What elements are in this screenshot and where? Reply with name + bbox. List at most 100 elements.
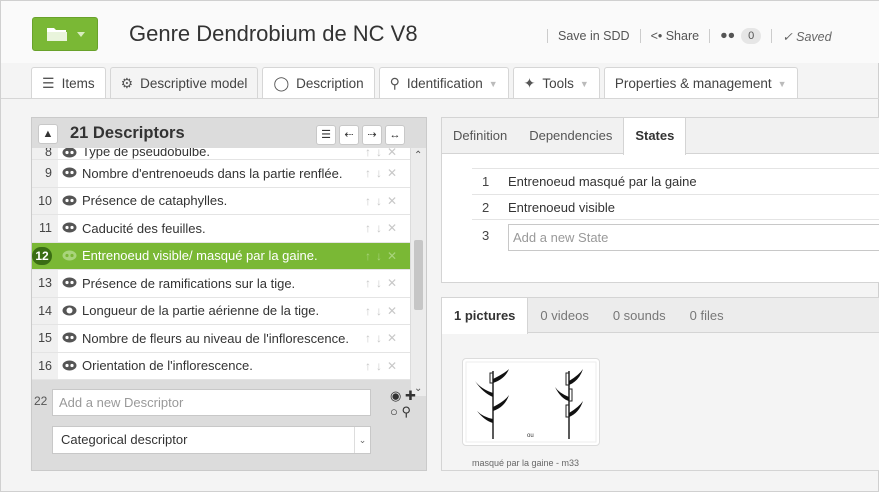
delete-icon[interactable]: ✕	[387, 166, 402, 180]
delete-icon[interactable]: ✕	[387, 359, 402, 373]
descriptors-header: ▲ 21 Descriptors ☰ ⇠ ⇢ ↔	[32, 118, 426, 148]
radio-search[interactable]: ○ ⚲	[390, 404, 416, 420]
move-down-icon[interactable]: ↓	[376, 304, 387, 318]
move-up-icon[interactable]: ↑	[365, 304, 376, 318]
tree-expand-button[interactable]: ⇢	[362, 125, 382, 145]
tab-tools[interactable]: ✦ Tools ▼	[512, 67, 600, 99]
state-label: Entrenoeud masqué par la gaine	[508, 174, 697, 189]
state-number: 1	[482, 174, 490, 189]
descriptor-scrollbar[interactable]: ⌃ ⌄	[411, 148, 426, 396]
tree-collapse-button[interactable]: ⇠	[339, 125, 359, 145]
move-up-icon[interactable]: ↑	[365, 148, 376, 159]
tree-collapse-icon: ⇠	[344, 129, 354, 141]
radio-selected-icon: ◉	[390, 388, 402, 403]
list-view-button[interactable]: ☰	[316, 125, 336, 145]
new-state-input[interactable]: Add a new State	[508, 224, 879, 251]
save-sdd-button[interactable]: Save in SDD	[558, 29, 630, 43]
chevron-down-icon: ▼	[777, 78, 787, 89]
list-item[interactable]: 15 Nombre de fleurs au niveau de l'inflo…	[32, 325, 410, 353]
move-down-icon[interactable]: ↓	[376, 359, 387, 373]
list-item[interactable]: 11 Caducité des feuilles. ↑↓✕	[32, 215, 410, 243]
descriptor-label: Entrenoeud visible/ masqué par la gaine.	[82, 248, 318, 264]
media-panel: 1 pictures 0 videos 0 sounds 0 files ou	[441, 297, 879, 471]
main-tabs: ☰ Items ⚙ Descriptive model ◯ Descriptio…	[31, 67, 802, 99]
list-item[interactable]: 14 Longueur de la partie aérienne de la …	[32, 297, 410, 325]
list-item[interactable]: 8 Type de pseudobulbe. ↑↓✕	[32, 148, 410, 160]
picture-thumbnail[interactable]: ou	[462, 358, 600, 446]
state-number: 2	[482, 199, 490, 215]
share-label: Share	[665, 29, 700, 43]
tab-description[interactable]: ◯ Description	[262, 67, 375, 99]
speech-bubble-icon	[62, 195, 77, 207]
collapse-button[interactable]: ▲	[38, 124, 58, 144]
selected-number-badge: 12	[32, 246, 52, 265]
wrench-icon: ✦	[523, 75, 536, 91]
resize-button[interactable]: ↔	[385, 125, 405, 145]
descriptor-number: 8	[32, 148, 58, 159]
move-down-icon[interactable]: ↓	[376, 166, 387, 180]
list-item-selected[interactable]: 12 Entrenoeud visible/ masqué par la gai…	[32, 242, 410, 270]
descriptor-detail-panel: Definition Dependencies States 1 Entreno…	[441, 117, 879, 283]
tab-definition[interactable]: Definition	[442, 118, 518, 154]
users-button[interactable]: ●● 0	[720, 28, 762, 44]
plant-stem-illustration: ou	[465, 361, 597, 443]
delete-icon[interactable]: ✕	[387, 276, 402, 290]
list-item[interactable]: 9 Nombre d'entrenoeuds dans la partie re…	[32, 160, 410, 188]
list-item[interactable]: 13 Présence de ramifications sur la tige…	[32, 270, 410, 298]
page-title: Genre Dendrobium de NC V8	[129, 21, 418, 46]
delete-icon[interactable]: ✕	[387, 331, 402, 345]
tabs-underline	[1, 98, 879, 99]
delete-icon[interactable]: ✕	[387, 148, 402, 159]
move-down-icon[interactable]: ↓	[376, 249, 387, 263]
move-down-icon[interactable]: ↓	[376, 331, 387, 345]
tab-videos[interactable]: 0 videos	[528, 298, 600, 333]
tab-sounds[interactable]: 0 sounds	[601, 298, 678, 333]
speech-bubble-icon	[62, 250, 77, 262]
tab-states[interactable]: States	[623, 118, 687, 155]
descriptor-label: Présence de ramifications sur la tige.	[82, 275, 296, 291]
move-up-icon[interactable]: ↑	[365, 331, 376, 345]
move-down-icon[interactable]: ↓	[376, 148, 387, 159]
tab-pictures[interactable]: 1 pictures	[442, 298, 529, 334]
delete-icon[interactable]: ✕	[387, 304, 402, 318]
state-row[interactable]: 2 Entrenoeud visible	[472, 194, 879, 220]
scroll-up-icon[interactable]: ⌃	[414, 150, 422, 161]
media-tabs: 1 pictures 0 videos 0 sounds 0 files	[442, 298, 879, 334]
row-actions: ↑↓✕	[365, 276, 402, 290]
tab-dependencies[interactable]: Dependencies	[518, 118, 623, 154]
move-up-icon[interactable]: ↑	[365, 359, 376, 373]
move-down-icon[interactable]: ↓	[376, 276, 387, 290]
list-item[interactable]: 10 Présence de cataphylles. ↑↓✕	[32, 187, 410, 215]
states-list: 1 Entrenoeud masqué par la gaine 2 Entre…	[472, 168, 879, 220]
tab-items[interactable]: ☰ Items	[31, 67, 106, 99]
tab-identification[interactable]: ⚲ Identification ▼	[378, 67, 509, 99]
move-up-icon[interactable]: ↑	[365, 276, 376, 290]
tab-files[interactable]: 0 files	[678, 298, 736, 333]
new-descriptor-input[interactable]: Add a new Descriptor	[52, 389, 371, 416]
descriptor-type-select[interactable]: Categorical descriptor ⌄	[52, 426, 371, 454]
state-row[interactable]: 1 Entrenoeud masqué par la gaine	[472, 168, 879, 194]
radio-add[interactable]: ◉ ✚	[390, 388, 416, 404]
delete-icon[interactable]: ✕	[387, 194, 402, 208]
descriptor-tools: ☰ ⇠ ⇢ ↔	[316, 125, 408, 145]
move-up-icon[interactable]: ↑	[365, 221, 376, 235]
delete-icon[interactable]: ✕	[387, 249, 402, 263]
scroll-thumb[interactable]	[414, 240, 423, 310]
list-item[interactable]: 16 Orientation de l'inflorescence. ↑↓✕	[32, 352, 410, 380]
checkmark-icon: ✓	[782, 29, 797, 44]
move-up-icon[interactable]: ↑	[365, 166, 376, 180]
speech-bubble-icon	[62, 167, 77, 179]
tab-properties-management[interactable]: Properties & management ▼	[603, 67, 798, 99]
tree-expand-icon: ⇢	[367, 129, 377, 141]
header-bar: Genre Dendrobium de NC V8 Save in SDD <•…	[1, 1, 879, 63]
chevron-down-icon: ⌄	[354, 427, 370, 453]
tab-descriptive-model[interactable]: ⚙ Descriptive model	[109, 67, 259, 99]
share-button[interactable]: <• Share	[651, 29, 700, 43]
open-folder-button[interactable]	[32, 17, 98, 51]
delete-icon[interactable]: ✕	[387, 221, 402, 235]
move-down-icon[interactable]: ↓	[376, 194, 387, 208]
chevron-down-icon	[77, 32, 85, 37]
move-up-icon[interactable]: ↑	[365, 249, 376, 263]
move-down-icon[interactable]: ↓	[376, 221, 387, 235]
move-up-icon[interactable]: ↑	[365, 194, 376, 208]
